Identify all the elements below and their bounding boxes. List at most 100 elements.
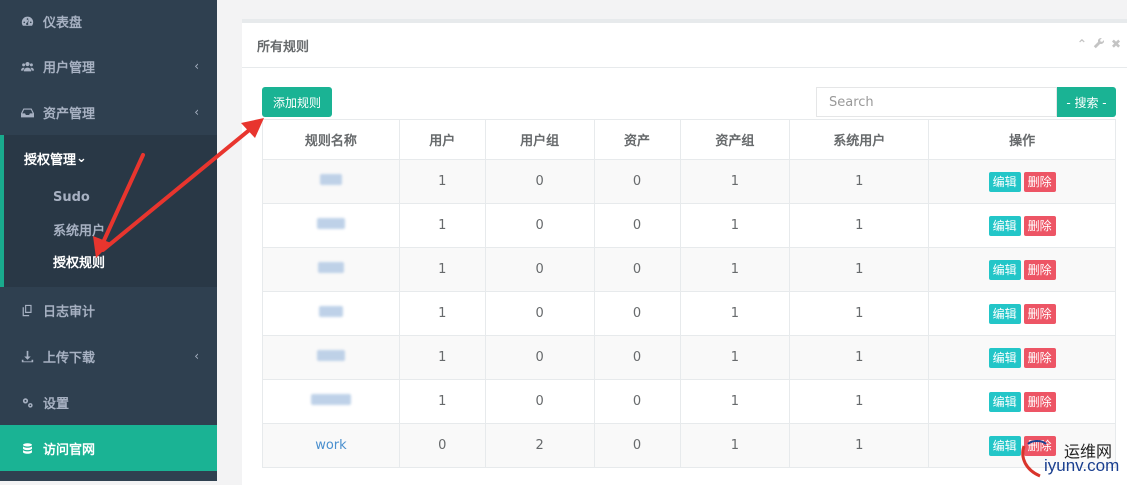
redacted-rule-name	[319, 174, 342, 185]
rule-name-cell[interactable]: work	[262, 423, 400, 468]
asset-groups-cell: 1	[679, 291, 791, 336]
sidebar-item-settings[interactable]: 设置	[0, 379, 217, 425]
sidebar-item-assets[interactable]: 资产管理 ‹	[0, 89, 217, 135]
column-header: 操作	[928, 119, 1116, 160]
sidebar-subitem-system-users[interactable]: 系统用户	[24, 213, 217, 245]
user-groups-cell: 0	[484, 379, 595, 424]
asset-groups-cell: 1	[679, 247, 791, 292]
delete-button[interactable]: 删除	[1023, 215, 1056, 236]
actions-cell: 编辑 删除	[928, 247, 1116, 292]
delete-button[interactable]: 删除	[1023, 391, 1056, 412]
edit-button[interactable]: 编辑	[988, 215, 1021, 236]
edit-button[interactable]: 编辑	[988, 391, 1021, 412]
delete-button[interactable]: 删除	[1023, 259, 1056, 280]
watermark-domain: iyunv.com	[1044, 456, 1120, 475]
sidebar-item-label: 资产管理	[43, 106, 96, 122]
users-cell: 1	[398, 335, 486, 380]
edit-button[interactable]: 编辑	[988, 303, 1021, 324]
column-header: 资产组	[679, 119, 791, 160]
asset-groups-cell: 1	[679, 159, 791, 204]
edit-button[interactable]: 编辑	[988, 435, 1021, 456]
column-header: 用户	[398, 119, 486, 160]
assets-cell: 0	[593, 203, 681, 248]
assets-cell: 0	[593, 423, 681, 468]
user-groups-cell: 2	[484, 423, 595, 468]
panel-title: 所有规则 ⌃ ✖	[242, 23, 1127, 68]
system-users-cell: 1	[789, 379, 930, 424]
table-row: 1 0 0 1 1 编辑 删除	[262, 247, 1116, 292]
system-users-cell: 1	[789, 159, 930, 204]
redacted-rule-name	[316, 350, 345, 361]
close-icon[interactable]: ✖	[1111, 37, 1121, 52]
assets-cell: 0	[593, 291, 681, 336]
wrench-icon[interactable]	[1093, 37, 1105, 52]
sidebar-item-label: 授权管理	[24, 152, 77, 168]
inbox-icon	[20, 105, 34, 119]
table-row: 1 0 0 1 1 编辑 删除	[262, 291, 1116, 336]
assets-cell: 0	[593, 159, 681, 204]
actions-cell: 编辑 删除	[928, 335, 1116, 380]
sidebar-item-official-site[interactable]: 访问官网	[0, 425, 217, 471]
sidebar-subitem-sudo[interactable]: Sudo	[24, 181, 217, 213]
system-users-cell: 1	[789, 203, 930, 248]
sidebar-item-label: 上传下载	[43, 350, 96, 366]
delete-button[interactable]: 删除	[1023, 171, 1056, 192]
edit-button[interactable]: 编辑	[988, 171, 1021, 192]
chevron-left-icon: ‹	[194, 349, 199, 363]
sidebar-subitem-auth-rules[interactable]: 授权规则	[24, 245, 217, 277]
sidebar-item-upload-download[interactable]: 上传下载 ‹	[0, 333, 217, 379]
actions-cell: 编辑 删除	[928, 159, 1116, 204]
user-groups-cell: 0	[484, 335, 595, 380]
panel-tools: ⌃ ✖	[1077, 37, 1121, 52]
assets-cell: 0	[593, 247, 681, 292]
rule-name-cell[interactable]	[262, 203, 400, 248]
search-button[interactable]: - 搜索 -	[1057, 87, 1116, 117]
column-header: 规则名称	[262, 119, 400, 160]
sidebar-item-users[interactable]: 用户管理 ‹	[0, 43, 217, 89]
sidebar-item-audit-log[interactable]: 日志审计	[0, 287, 217, 333]
rule-name-cell[interactable]	[262, 379, 400, 424]
watermark-logo: 运维网 iyunv.com	[1018, 434, 1127, 481]
assets-cell: 0	[593, 335, 681, 380]
system-users-cell: 1	[789, 335, 930, 380]
asset-groups-cell: 1	[679, 423, 791, 468]
rule-name-cell[interactable]	[262, 335, 400, 380]
search-input[interactable]	[816, 87, 1057, 117]
chevron-left-icon: ‹	[194, 59, 199, 73]
add-rule-button[interactable]: 添加规则	[262, 87, 332, 117]
copy-icon	[20, 303, 34, 317]
rule-name-cell[interactable]	[262, 247, 400, 292]
sidebar-item-label: 日志审计	[43, 304, 96, 320]
delete-button[interactable]: 删除	[1023, 347, 1056, 368]
sidebar-item-dashboard[interactable]: 仪表盘	[0, 0, 217, 43]
sidebar-item-label: 用户管理	[43, 60, 96, 76]
redacted-rule-name	[317, 262, 344, 273]
chevron-left-icon: ‹	[194, 105, 199, 119]
database-icon	[20, 441, 34, 455]
table-header-row: 规则名称 用户 用户组 资产 资产组 系统用户 操作	[262, 119, 1116, 160]
actions-cell: 编辑 删除	[928, 203, 1116, 248]
rule-name-cell[interactable]	[262, 291, 400, 336]
table-row: 1 0 0 1 1 编辑 删除	[262, 379, 1116, 424]
rule-name-cell[interactable]	[262, 159, 400, 204]
user-groups-cell: 0	[484, 247, 595, 292]
user-groups-cell: 0	[484, 159, 595, 204]
delete-button[interactable]: 删除	[1023, 303, 1056, 324]
users-icon	[20, 59, 34, 73]
rule-name-link[interactable]: work	[315, 438, 346, 453]
sidebar-item-label: 设置	[43, 396, 70, 412]
table-row: 1 0 0 1 1 编辑 删除	[262, 203, 1116, 248]
users-cell: 1	[398, 203, 486, 248]
table-row: 1 0 0 1 1 编辑 删除	[262, 159, 1116, 204]
system-users-cell: 1	[789, 247, 930, 292]
edit-button[interactable]: 编辑	[988, 347, 1021, 368]
actions-cell: 编辑 删除	[928, 379, 1116, 424]
user-groups-cell: 0	[484, 203, 595, 248]
column-header: 用户组	[484, 119, 595, 160]
edit-button[interactable]: 编辑	[988, 259, 1021, 280]
system-users-cell: 1	[789, 291, 930, 336]
sidebar-item-authorization[interactable]: 授权管理 ⌄	[24, 135, 217, 181]
collapse-icon[interactable]: ⌃	[1077, 37, 1087, 52]
asset-groups-cell: 1	[679, 203, 791, 248]
chevron-down-icon: ⌄	[76, 150, 87, 166]
